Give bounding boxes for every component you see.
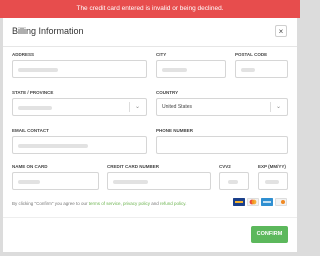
terms-suffix: .: [185, 201, 187, 206]
terms-and: and: [150, 201, 161, 206]
phone-field[interactable]: [156, 136, 288, 154]
chevron-down-icon: ⌄: [135, 104, 141, 110]
cvv-label: CVV2: [219, 164, 231, 169]
address-value: [18, 68, 58, 72]
exp-field[interactable]: [258, 172, 288, 190]
exp-label: EXP (MM/YY): [258, 164, 286, 169]
city-label: CITY: [156, 52, 167, 57]
terms-text: By clicking "Confirm" you agree to our t…: [12, 201, 187, 206]
terms-prefix: By clicking "Confirm" you agree to our: [12, 201, 89, 206]
confirm-button[interactable]: CONFIRM: [251, 226, 288, 243]
select-separator: [270, 102, 271, 112]
chevron-down-icon: ⌄: [276, 104, 282, 110]
card-number-label: CREDIT CARD NUMBER: [107, 164, 159, 169]
error-banner: The credit card entered is invalid or be…: [0, 0, 300, 18]
country-select[interactable]: United States ⌄: [156, 98, 288, 116]
discover-icon: [275, 198, 287, 206]
country-value: United States: [162, 104, 193, 110]
terms-of-service-link[interactable]: terms of service: [89, 201, 121, 206]
refund-policy-link[interactable]: refund policy: [160, 201, 185, 206]
state-label: STATE / PROVINCE: [12, 90, 54, 95]
card-number-value: [113, 180, 148, 184]
email-label: EMAIL CONTACT: [12, 128, 49, 133]
state-value: [18, 106, 52, 110]
state-select[interactable]: ⌄: [12, 98, 147, 116]
city-field[interactable]: [156, 60, 226, 78]
address-label: ADDRESS: [12, 52, 35, 57]
name-on-card-label: NAME ON CARD: [12, 164, 48, 169]
privacy-policy-link[interactable]: privacy policy: [123, 201, 150, 206]
modal-header: Billing Information ×: [3, 18, 297, 47]
postal-code-value: [241, 68, 255, 72]
name-on-card-field[interactable]: [12, 172, 99, 190]
city-value: [162, 68, 187, 72]
modal-title: Billing Information: [12, 26, 84, 36]
mastercard-icon: [247, 198, 259, 206]
email-value: [18, 144, 88, 148]
select-separator: [129, 102, 130, 112]
footer-divider: [3, 217, 297, 218]
close-button[interactable]: ×: [275, 25, 287, 37]
address-field[interactable]: [12, 60, 147, 78]
country-label: COUNTRY: [156, 90, 179, 95]
phone-label: PHONE NUMBER: [156, 128, 194, 133]
visa-icon: [233, 198, 245, 206]
cvv-field[interactable]: [219, 172, 249, 190]
cvv-value: [228, 180, 238, 184]
error-message: The credit card entered is invalid or be…: [76, 5, 224, 12]
name-on-card-value: [18, 180, 40, 184]
postal-code-field[interactable]: [235, 60, 288, 78]
exp-value: [265, 180, 279, 184]
email-field[interactable]: [12, 136, 147, 154]
amex-icon: [261, 198, 273, 206]
billing-modal: Billing Information × ADDRESS CITY POSTA…: [3, 18, 297, 252]
postal-code-label: POSTAL CODE: [235, 52, 268, 57]
card-number-field[interactable]: [107, 172, 211, 190]
